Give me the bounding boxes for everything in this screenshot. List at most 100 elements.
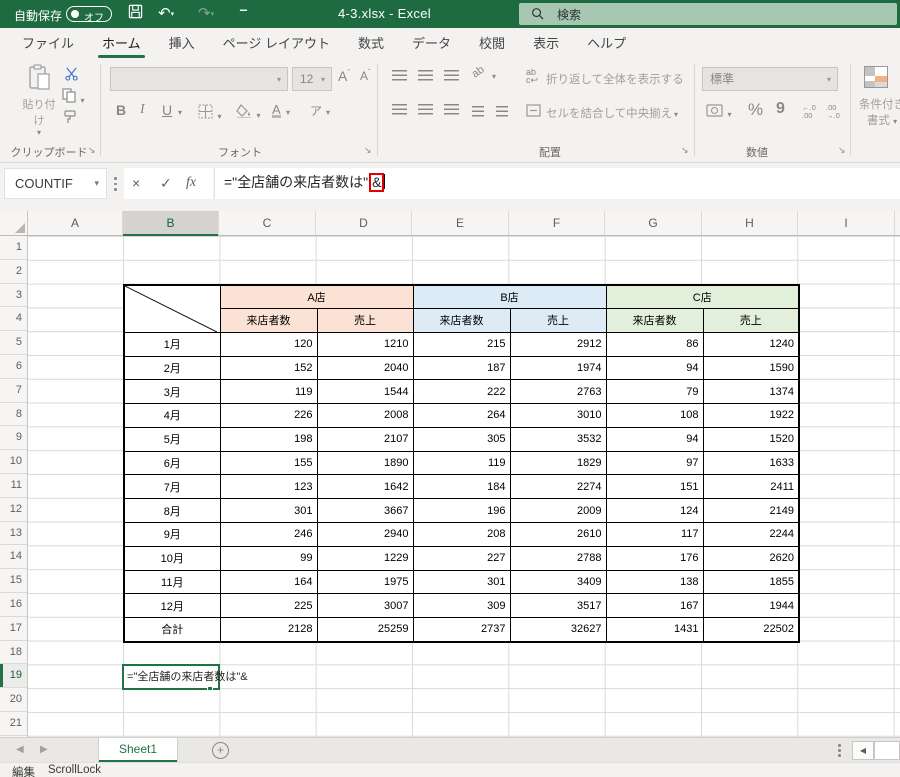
cell-G12[interactable]: 124 — [605, 498, 704, 524]
cell-H10[interactable]: 1633 — [702, 450, 800, 476]
row-header-11[interactable]: 11 — [0, 474, 27, 498]
wrap-text-button[interactable]: 折り返して全体を表示する — [546, 71, 684, 87]
row-header-20[interactable]: 20 — [0, 688, 27, 712]
sheet-grid[interactable]: A店 B店 C店 来店者数 売上 来店者数 売上 来店者数 売上 1月 120 1210 215 2912… — [28, 236, 900, 737]
cell-E16[interactable]: 309 — [412, 593, 511, 619]
cell-E13[interactable]: 208 — [412, 522, 511, 547]
subheader-A店-来店者数[interactable]: 来店者数 — [219, 307, 318, 333]
row-header-18[interactable]: 18 — [0, 641, 27, 665]
cell-D17[interactable]: 25259 — [316, 617, 414, 643]
cell-B7[interactable]: 3月 — [123, 379, 221, 405]
cell-C6[interactable]: 152 — [219, 355, 318, 381]
cell-B13[interactable]: 9月 — [123, 522, 221, 547]
column-header-F[interactable]: F — [509, 211, 605, 235]
column-header-G[interactable]: G — [605, 211, 702, 235]
cell-D16[interactable]: 3007 — [316, 593, 414, 619]
cell-E12[interactable]: 196 — [412, 498, 511, 524]
cell-C5[interactable]: 120 — [219, 331, 318, 357]
subheader-B店-売上[interactable]: 売上 — [509, 307, 607, 333]
search-box[interactable]: 検索 — [519, 3, 897, 25]
cell-C7[interactable]: 119 — [219, 379, 318, 405]
increase-decimal-button[interactable]: ←.0 .00 — [802, 104, 816, 120]
cell-B10[interactable]: 6月 — [123, 450, 221, 476]
cell-F7[interactable]: 2763 — [509, 379, 607, 405]
column-header-B[interactable]: B — [123, 211, 219, 236]
cell-G11[interactable]: 151 — [605, 474, 704, 500]
ribbon-tab-ヘルプ[interactable]: ヘルプ — [573, 28, 640, 60]
row-header-2[interactable]: 2 — [0, 260, 27, 284]
orientation-icon[interactable]: ab — [470, 64, 487, 81]
prev-sheet-button[interactable]: ◀ — [16, 744, 24, 755]
row-header-9[interactable]: 9 — [0, 426, 27, 451]
cell-E8[interactable]: 264 — [412, 403, 511, 428]
fill-color-button[interactable]: ▾ — [236, 104, 260, 123]
cell-H17[interactable]: 22502 — [702, 617, 800, 643]
ribbon-tab-表示[interactable]: 表示 — [519, 28, 573, 60]
align-middle-icon[interactable] — [418, 70, 433, 81]
cell-E11[interactable]: 184 — [412, 474, 511, 500]
cell-E10[interactable]: 119 — [412, 450, 511, 476]
cell-D7[interactable]: 1544 — [316, 379, 414, 405]
cell-G15[interactable]: 138 — [605, 569, 704, 595]
cell-B12[interactable]: 8月 — [123, 498, 221, 524]
row-header-15[interactable]: 15 — [0, 569, 27, 593]
align-right-icon[interactable] — [444, 104, 459, 115]
ribbon-tab-ページ レイアウト[interactable]: ページ レイアウト — [209, 28, 344, 60]
underline-caret-icon[interactable]: ▾ — [178, 108, 182, 117]
redo-button[interactable]: ↷▾ — [198, 4, 214, 25]
cell-F16[interactable]: 3517 — [509, 593, 607, 619]
cell-D11[interactable]: 1642 — [316, 474, 414, 500]
name-box[interactable]: COUNTIF ▾ — [4, 168, 107, 199]
tab-bar-grip[interactable] — [838, 744, 841, 759]
ribbon-tab-ホーム[interactable]: ホーム — [88, 28, 155, 60]
column-header-H[interactable]: H — [702, 211, 798, 235]
cell-E15[interactable]: 301 — [412, 569, 511, 595]
ribbon-tab-ファイル[interactable]: ファイル — [8, 28, 88, 60]
clipboard-dialog-launcher[interactable]: ↘ — [88, 145, 96, 156]
column-header-A[interactable]: A — [28, 211, 123, 235]
font-dialog-launcher[interactable]: ↘ — [364, 145, 372, 156]
cell-H6[interactable]: 1590 — [702, 355, 800, 381]
cell-E17[interactable]: 2737 — [412, 617, 511, 643]
cell-H5[interactable]: 1240 — [702, 331, 800, 357]
row-header-7[interactable]: 7 — [0, 379, 27, 403]
cell-B17[interactable]: 合計 — [123, 617, 221, 643]
font-name-combo[interactable]: ▾ — [110, 67, 288, 91]
cell-F12[interactable]: 2009 — [509, 498, 607, 524]
formula-bar-grip[interactable] — [114, 177, 117, 194]
cell-H7[interactable]: 1374 — [702, 379, 800, 405]
cell-F15[interactable]: 3409 — [509, 569, 607, 595]
row-header-12[interactable]: 12 — [0, 498, 27, 522]
cell-E9[interactable]: 305 — [412, 426, 511, 452]
cell-G14[interactable]: 176 — [605, 545, 704, 571]
cell-E7[interactable]: 222 — [412, 379, 511, 405]
bold-button[interactable]: B — [116, 102, 126, 118]
cell-B14[interactable]: 10月 — [123, 545, 221, 571]
cell-G13[interactable]: 117 — [605, 522, 704, 547]
cell-H16[interactable]: 1944 — [702, 593, 800, 619]
cell-E6[interactable]: 187 — [412, 355, 511, 381]
cell-H14[interactable]: 2620 — [702, 545, 800, 571]
font-color-caret-icon[interactable]: ▾ — [286, 108, 290, 117]
cell-B3[interactable] — [123, 284, 221, 333]
cell-D13[interactable]: 2940 — [316, 522, 414, 547]
underline-button[interactable]: U — [162, 102, 172, 118]
subheader-C店-売上[interactable]: 売上 — [702, 307, 800, 333]
cell-F10[interactable]: 1829 — [509, 450, 607, 476]
row-header-4[interactable]: 4 — [0, 307, 27, 332]
cell-G16[interactable]: 167 — [605, 593, 704, 619]
insert-function-button[interactable]: fx — [186, 168, 196, 198]
cell-D9[interactable]: 2107 — [316, 426, 414, 452]
number-dialog-launcher[interactable]: ↘ — [838, 145, 846, 156]
formula-input[interactable]: ="全店舗の来店者数は" & — [214, 168, 900, 199]
cell-F6[interactable]: 1974 — [509, 355, 607, 381]
copy-button[interactable]: ▾ — [62, 88, 84, 108]
cell-E14[interactable]: 227 — [412, 545, 511, 571]
align-center-icon[interactable] — [418, 104, 433, 115]
cell-D15[interactable]: 1975 — [316, 569, 414, 595]
cell-C8[interactable]: 226 — [219, 403, 318, 428]
fill-handle[interactable] — [207, 685, 213, 691]
font-size-combo[interactable]: 12 ▾ — [292, 67, 332, 91]
phonetic-button[interactable]: ア — [310, 102, 322, 119]
cut-button[interactable] — [64, 66, 79, 86]
